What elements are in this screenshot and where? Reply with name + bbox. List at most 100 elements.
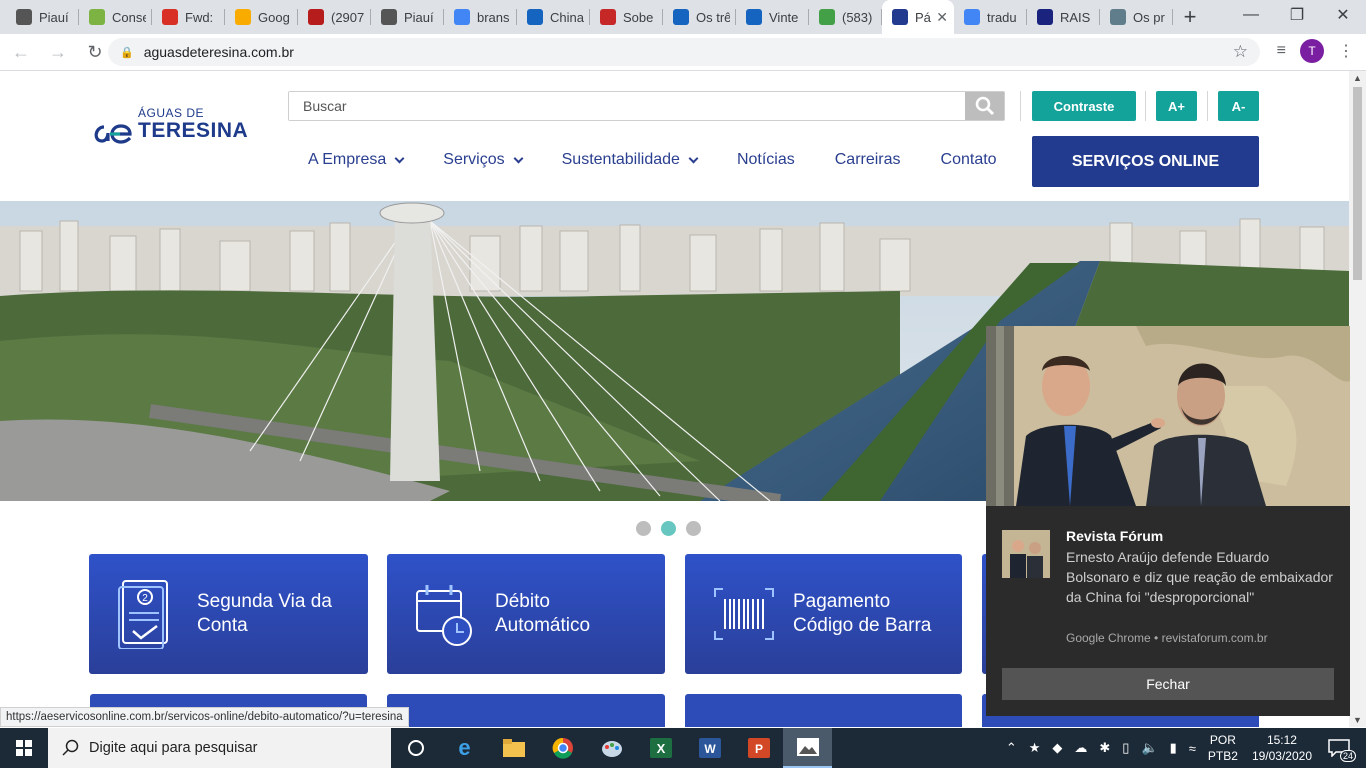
font-decrease-button[interactable]: A- bbox=[1218, 91, 1259, 121]
card-segunda-via[interactable]: 2 Segunda Via da Conta bbox=[89, 554, 368, 674]
card-label-line2: Conta bbox=[197, 615, 248, 636]
browser-tab[interactable]: brans bbox=[444, 0, 517, 34]
divider bbox=[1020, 91, 1021, 121]
card-pagamento-codigo[interactable]: Pagamento Código de Barra bbox=[685, 554, 962, 674]
chevron-down-icon bbox=[688, 153, 699, 163]
browser-tab[interactable]: (583) bbox=[809, 0, 882, 34]
browser-toolbar: ← → ↻ 🔒 aguasdeteresina.com.br ☆ ≡ T ⋮ bbox=[0, 34, 1366, 71]
photos-app-icon[interactable] bbox=[783, 728, 832, 768]
browser-tab[interactable]: Os pr bbox=[1100, 0, 1173, 34]
desktop-notification[interactable]: Revista Fórum Ernesto Araújo defende Edu… bbox=[986, 326, 1350, 716]
lock-icon: 🔒 bbox=[120, 46, 134, 59]
chrome-icon[interactable] bbox=[538, 728, 587, 768]
browser-tab[interactable]: RAIS bbox=[1027, 0, 1100, 34]
browser-tab[interactable]: (2907 bbox=[298, 0, 371, 34]
close-window-button[interactable]: ✕ bbox=[1320, 0, 1366, 30]
notification-close-button[interactable]: Fechar bbox=[1002, 668, 1334, 700]
language-indicator[interactable]: POR PTB2 bbox=[1208, 732, 1238, 764]
browser-tab[interactable]: China bbox=[517, 0, 590, 34]
bookmark-star-icon[interactable]: ☆ bbox=[1233, 42, 1248, 62]
avatar[interactable]: T bbox=[1300, 39, 1324, 63]
tab-title: China bbox=[550, 9, 584, 25]
browser-tab[interactable]: Piauí bbox=[371, 0, 444, 34]
minimize-button[interactable]: — bbox=[1228, 0, 1274, 30]
onedrive-icon[interactable]: ☁ bbox=[1074, 740, 1087, 756]
restore-button[interactable]: ❐ bbox=[1274, 0, 1320, 30]
tab-favicon-icon bbox=[235, 9, 251, 25]
paint-icon[interactable] bbox=[587, 728, 636, 768]
nav-item-sustentabilidade[interactable]: Sustentabilidade bbox=[561, 151, 699, 169]
nav-item-label: A Empresa bbox=[308, 151, 387, 168]
taskbar-search[interactable]: Digite aqui para pesquisar bbox=[48, 728, 391, 768]
forward-button[interactable]: → bbox=[42, 36, 74, 68]
usb-icon[interactable]: ▯ bbox=[1122, 740, 1129, 756]
browser-tab-active[interactable]: Pá ✕ bbox=[882, 0, 954, 34]
back-button[interactable]: ← bbox=[5, 36, 37, 68]
browser-tab[interactable]: Sobe bbox=[590, 0, 663, 34]
file-explorer-icon[interactable] bbox=[489, 728, 538, 768]
url-text: aguasdeteresina.com.br bbox=[143, 44, 294, 60]
start-button[interactable] bbox=[0, 728, 48, 768]
nav-item-contato[interactable]: Contato bbox=[941, 151, 997, 169]
action-center-icon[interactable]: 24 bbox=[1326, 736, 1356, 762]
carousel-dot[interactable] bbox=[686, 521, 701, 536]
reload-button[interactable]: ↻ bbox=[79, 36, 111, 68]
scrollbar-thumb[interactable] bbox=[1353, 87, 1362, 280]
online-services-button[interactable]: SERVIÇOS ONLINE bbox=[1032, 136, 1259, 187]
font-increase-button[interactable]: A+ bbox=[1156, 91, 1197, 121]
carousel-dot[interactable] bbox=[636, 521, 651, 536]
browser-tab[interactable]: Piauí bbox=[6, 0, 79, 34]
page-scrollbar[interactable]: ▲ ▼ bbox=[1349, 71, 1366, 727]
scroll-down-icon[interactable]: ▼ bbox=[1353, 715, 1362, 725]
defender-icon[interactable]: ◆ bbox=[1052, 740, 1062, 756]
browser-tab[interactable]: tradu bbox=[954, 0, 1027, 34]
people-icon[interactable]: ★ bbox=[1029, 740, 1041, 756]
nav-item-label: Sustentabilidade bbox=[561, 151, 680, 168]
edge-icon[interactable]: e bbox=[440, 728, 489, 768]
card-row2[interactable] bbox=[685, 694, 962, 727]
nav-item-servios[interactable]: Serviços bbox=[443, 151, 524, 169]
lang-line2: PTB2 bbox=[1207, 749, 1238, 763]
search-button[interactable] bbox=[965, 92, 1004, 120]
cortana-icon[interactable] bbox=[391, 728, 440, 768]
browser-tab[interactable]: Os trê bbox=[663, 0, 736, 34]
site-logo[interactable]: ÁGUAS DE TERESINA bbox=[90, 105, 250, 145]
card-label-line2: Automático bbox=[495, 615, 591, 636]
nav-item-notcias[interactable]: Notícias bbox=[737, 151, 795, 169]
chevron-down-icon bbox=[394, 153, 405, 163]
kebab-menu-icon[interactable]: ⋮ bbox=[1338, 41, 1354, 61]
card-label-line2: Código de Barra bbox=[793, 615, 932, 636]
chevron-up-icon[interactable]: ⌃ bbox=[1006, 740, 1017, 756]
word-icon[interactable]: W bbox=[685, 728, 734, 768]
browser-tab[interactable]: Goog bbox=[225, 0, 298, 34]
tab-favicon-icon bbox=[454, 9, 470, 25]
logo-text-small: ÁGUAS DE bbox=[138, 106, 205, 120]
wifi-icon[interactable]: ≈ bbox=[1189, 741, 1196, 756]
battery-icon[interactable]: ▮ bbox=[1170, 740, 1177, 756]
tab-title: tradu bbox=[987, 9, 1017, 25]
card-debito-automatico[interactable]: Débito Automático bbox=[387, 554, 665, 674]
date-text: 19/03/2020 bbox=[1251, 749, 1312, 763]
address-bar[interactable]: 🔒 aguasdeteresina.com.br ☆ bbox=[108, 38, 1260, 66]
browser-tab[interactable]: Conse bbox=[79, 0, 152, 34]
browser-tab[interactable]: Vinte bbox=[736, 0, 809, 34]
reading-list-icon[interactable]: ≡ bbox=[1277, 42, 1286, 60]
nav-item-aempresa[interactable]: A Empresa bbox=[308, 151, 405, 169]
tab-favicon-icon bbox=[746, 9, 762, 25]
excel-icon[interactable]: X bbox=[636, 728, 685, 768]
search-input[interactable] bbox=[289, 92, 959, 120]
volume-icon[interactable]: 🔈 bbox=[1141, 740, 1157, 756]
notification-message: Ernesto Araújo defende Eduardo Bolsonaro… bbox=[1066, 549, 1333, 605]
powerpoint-icon[interactable]: P bbox=[734, 728, 783, 768]
browser-tab[interactable]: Fwd: bbox=[152, 0, 225, 34]
card-row2[interactable] bbox=[387, 694, 665, 727]
nav-item-carreiras[interactable]: Carreiras bbox=[835, 151, 901, 169]
carousel-dot-active[interactable] bbox=[661, 521, 676, 536]
bluetooth-icon[interactable]: ✱ bbox=[1099, 740, 1110, 756]
scroll-up-icon[interactable]: ▲ bbox=[1353, 73, 1362, 83]
tab-favicon-icon bbox=[673, 9, 689, 25]
clock[interactable]: 15:12 19/03/2020 bbox=[1252, 732, 1312, 764]
close-tab-icon[interactable]: ✕ bbox=[936, 9, 948, 26]
contrast-button[interactable]: Contraste bbox=[1032, 91, 1136, 121]
new-tab-button[interactable]: + bbox=[1173, 0, 1207, 34]
